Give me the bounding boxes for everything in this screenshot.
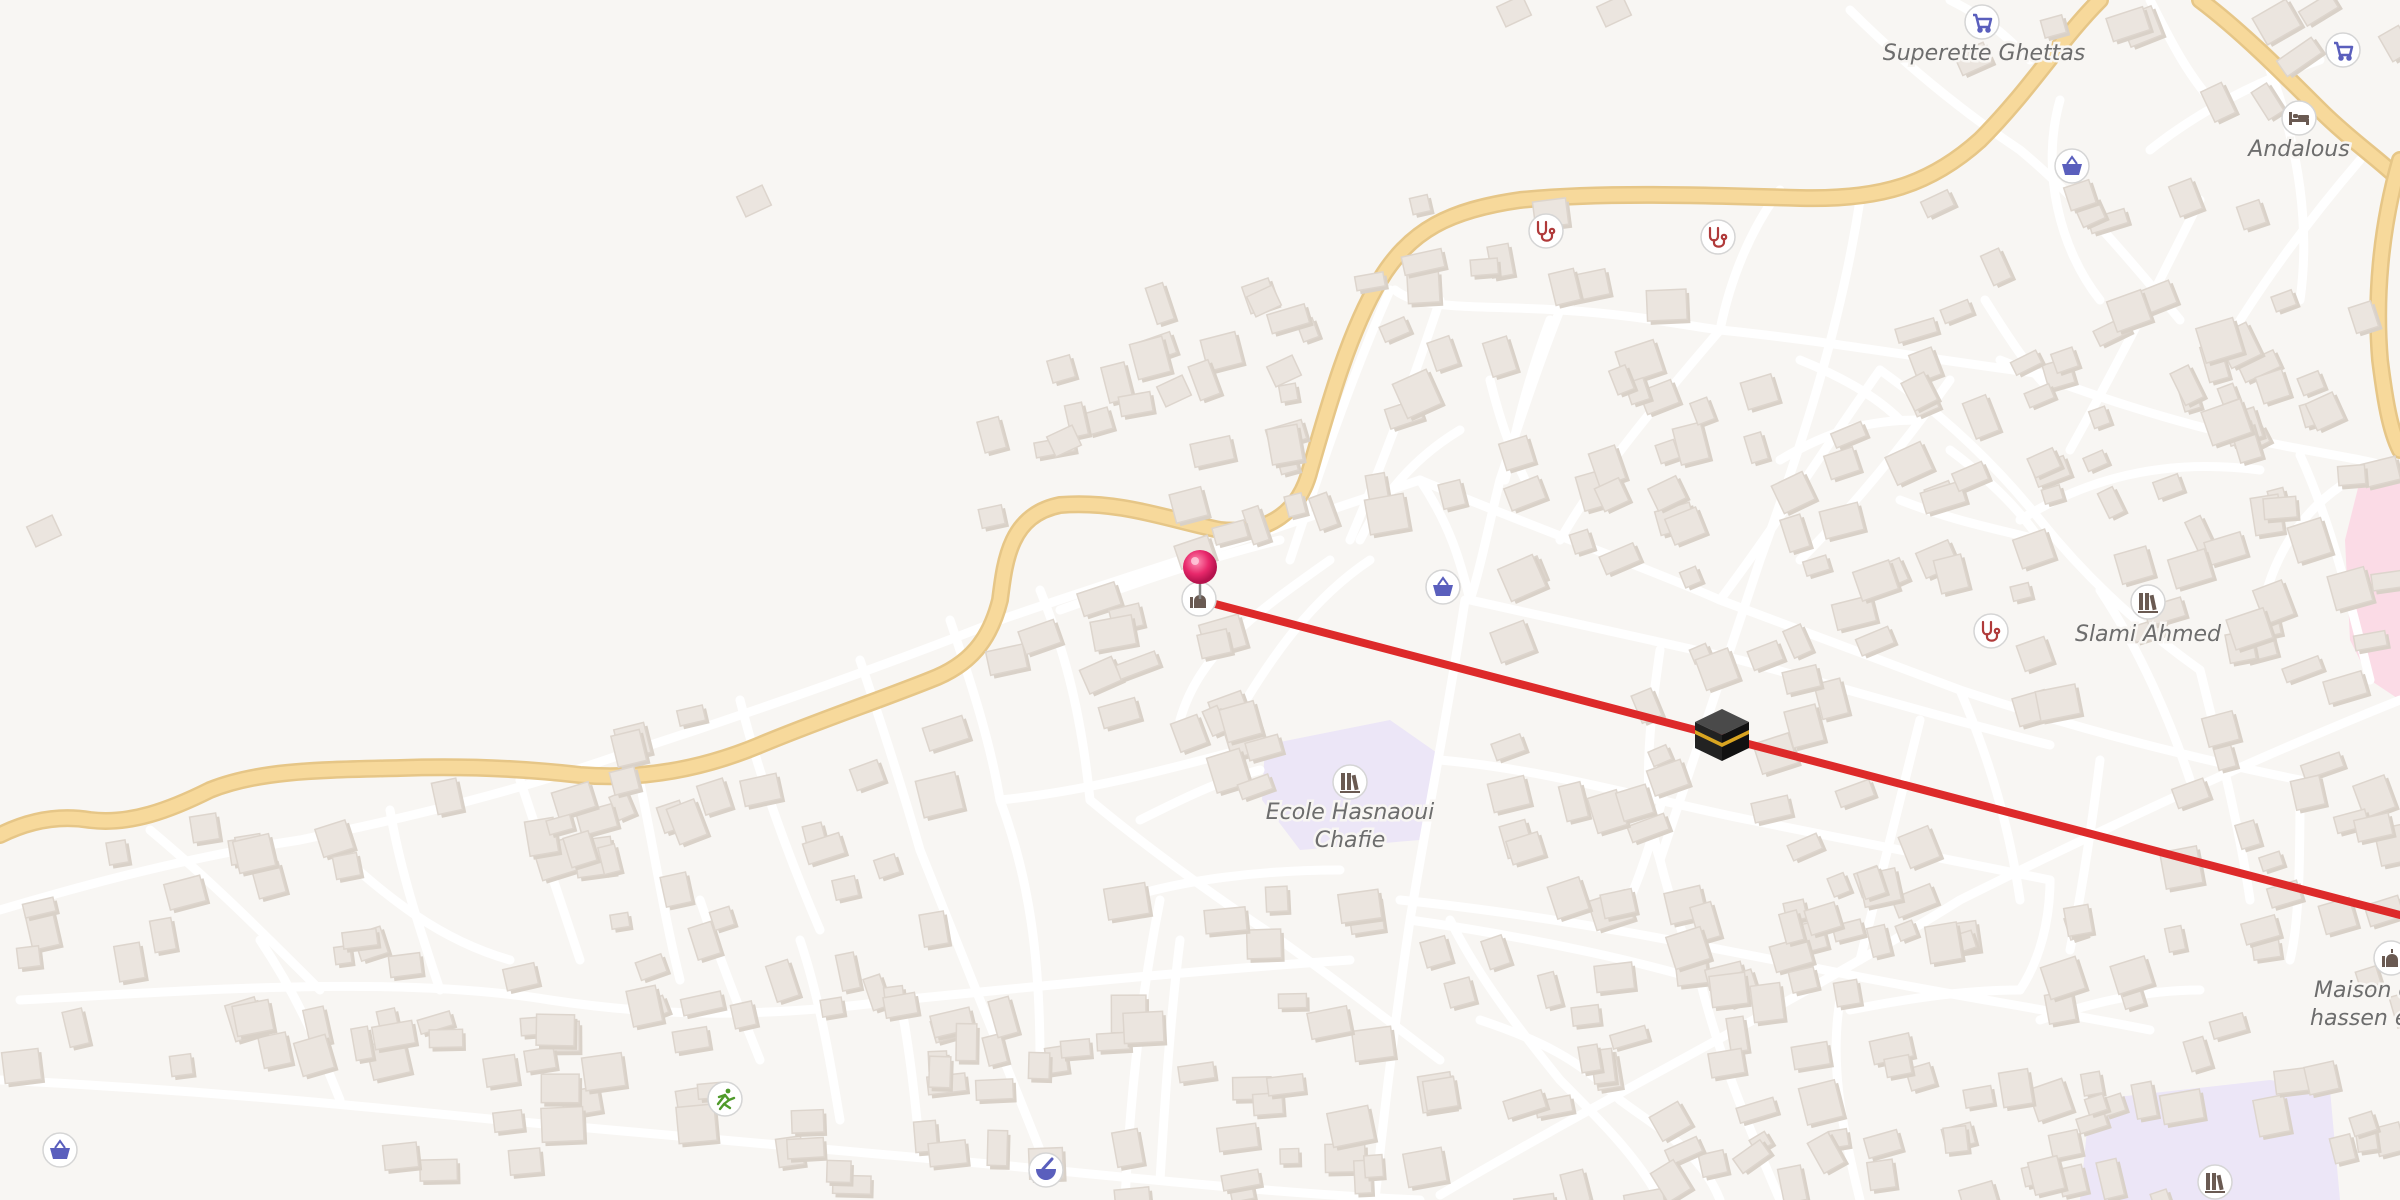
hotel-icon-andalous[interactable]	[2281, 100, 2317, 136]
doctor-icon-3[interactable]	[1973, 613, 2009, 649]
label-maison-line1: Maison d	[2314, 978, 2400, 1003]
mosque-icon-maison[interactable]	[2373, 940, 2400, 976]
label-ecole-line2: Chafie	[1315, 828, 1386, 853]
label-superette-ghettas: Superette Ghettas	[1883, 41, 2086, 66]
doctor-icon-2[interactable]	[1700, 219, 1736, 255]
basket-icon-northeast[interactable]	[2054, 148, 2090, 184]
library-icon-bottom[interactable]	[2197, 1164, 2233, 1200]
label-slami-ahmed: Slami Ahmed	[2075, 622, 2222, 647]
sport-icon[interactable]	[707, 1081, 743, 1117]
library-icon-slami[interactable]	[2130, 584, 2166, 620]
label-ecole-line1: Ecole Hasnaoui	[1266, 800, 1435, 825]
basket-icon-southwest[interactable]	[42, 1132, 78, 1168]
label-andalous: Andalous	[2246, 137, 2349, 162]
doctor-icon-1[interactable]	[1528, 213, 1564, 249]
library-icon-ecole[interactable]	[1332, 764, 1368, 800]
basket-icon-center[interactable]	[1425, 569, 1461, 605]
pharmacy-icon[interactable]	[1028, 1152, 1064, 1188]
cart-icon-northeast[interactable]	[2325, 32, 2361, 68]
cart-icon-superette[interactable]	[1964, 4, 2000, 40]
map-canvas[interactable]: Superette Ghettas Andalous Slami Ahmed E…	[0, 0, 2400, 1200]
label-maison-line2: hassen e	[2310, 1006, 2400, 1031]
